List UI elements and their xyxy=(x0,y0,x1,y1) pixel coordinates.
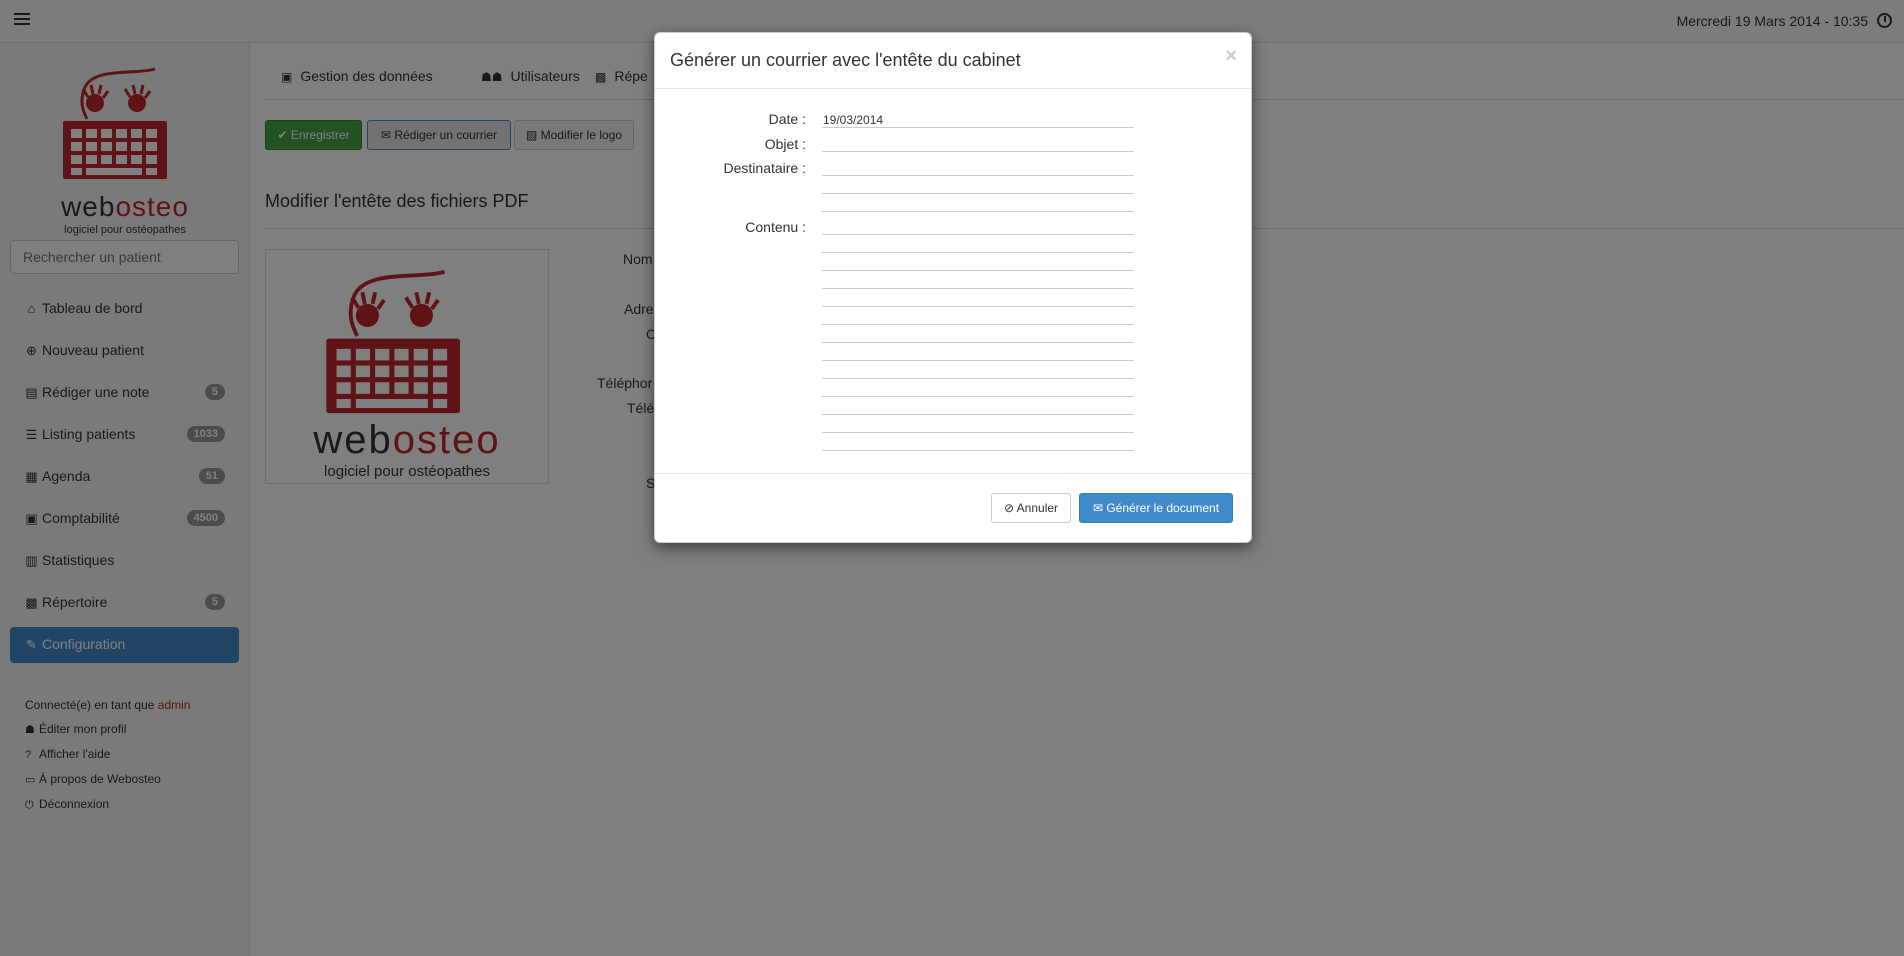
cancel-button[interactable]: ⊘ Annuler xyxy=(991,493,1071,523)
content-field-line[interactable] xyxy=(822,288,1134,289)
modal-header: Générer un courrier avec l'entête du cab… xyxy=(655,33,1251,89)
content-field-line[interactable] xyxy=(822,306,1134,307)
content-field-line[interactable] xyxy=(822,432,1134,433)
content-field-line[interactable] xyxy=(822,252,1134,253)
recipient-label: Destinataire : xyxy=(723,160,806,176)
content-field-line[interactable] xyxy=(822,396,1134,397)
modal-title: Générer un courrier avec l'entête du cab… xyxy=(670,50,1021,70)
content-field-line[interactable] xyxy=(822,414,1134,415)
content-field-line[interactable] xyxy=(822,450,1134,451)
modal-footer: ⊘ Annuler ✉ Générer le document xyxy=(655,473,1251,543)
date-underline xyxy=(822,127,1134,128)
content-label: Contenu : xyxy=(745,219,806,235)
recipient-field-line[interactable] xyxy=(822,175,1134,176)
object-label: Objet : xyxy=(764,136,806,152)
content-field-line[interactable] xyxy=(822,360,1134,361)
object-field[interactable] xyxy=(822,151,1134,152)
generate-document-button[interactable]: ✉ Générer le document xyxy=(1079,493,1233,523)
date-field[interactable]: 19/03/2014 xyxy=(823,113,883,127)
content-field-line[interactable] xyxy=(822,378,1134,379)
date-label: Date : xyxy=(768,111,806,127)
content-field-line[interactable] xyxy=(822,324,1134,325)
recipient-field-line[interactable] xyxy=(822,193,1134,194)
generate-letter-dialog: Générer un courrier avec l'entête du cab… xyxy=(654,32,1252,543)
content-field-line[interactable] xyxy=(822,342,1134,343)
close-icon[interactable]: × xyxy=(1225,45,1237,68)
recipient-field-line[interactable] xyxy=(822,211,1134,212)
content-field-line[interactable] xyxy=(822,234,1134,235)
content-field-line[interactable] xyxy=(822,270,1134,271)
